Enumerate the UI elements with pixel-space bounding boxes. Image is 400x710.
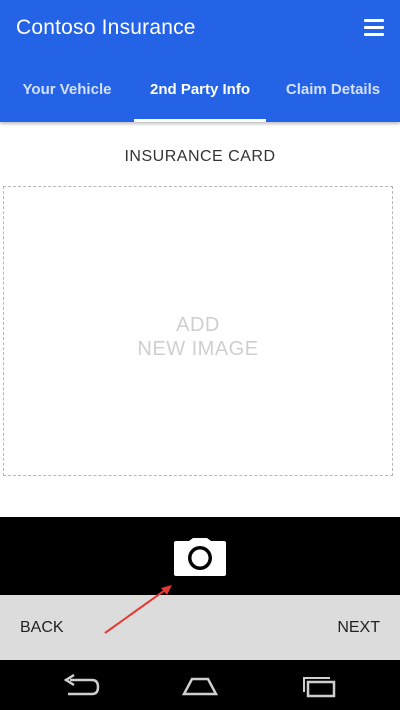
add-image-dropzone[interactable]: ADD NEW IMAGE [3, 186, 393, 476]
active-tab-indicator [134, 119, 266, 122]
add-image-line2: NEW IMAGE [137, 338, 259, 360]
app-title: Contoso Insurance [16, 16, 196, 39]
add-image-label: ADD NEW IMAGE [4, 313, 392, 361]
tab-claim-details[interactable]: Claim Details [266, 58, 400, 122]
camera-icon[interactable] [174, 538, 226, 576]
tab-2nd-party-info[interactable]: 2nd Party Info [134, 58, 266, 122]
next-button[interactable]: NEXT [337, 619, 380, 637]
system-nav-bar [0, 660, 400, 710]
nav-recents-icon[interactable] [300, 674, 340, 698]
app-bar: Contoso Insurance [0, 0, 400, 58]
back-button[interactable]: BACK [20, 619, 64, 637]
action-bar: BACK NEXT [0, 595, 400, 660]
hamburger-menu-icon[interactable] [364, 19, 384, 37]
nav-back-icon[interactable] [62, 673, 102, 698]
section-title: INSURANCE CARD [124, 148, 276, 165]
tab-your-vehicle[interactable]: Your Vehicle [0, 58, 134, 122]
add-image-line1: ADD [176, 314, 220, 336]
nav-home-icon[interactable] [180, 674, 220, 698]
tab-bar: Your Vehicle 2nd Party Info Claim Detail… [0, 58, 400, 122]
